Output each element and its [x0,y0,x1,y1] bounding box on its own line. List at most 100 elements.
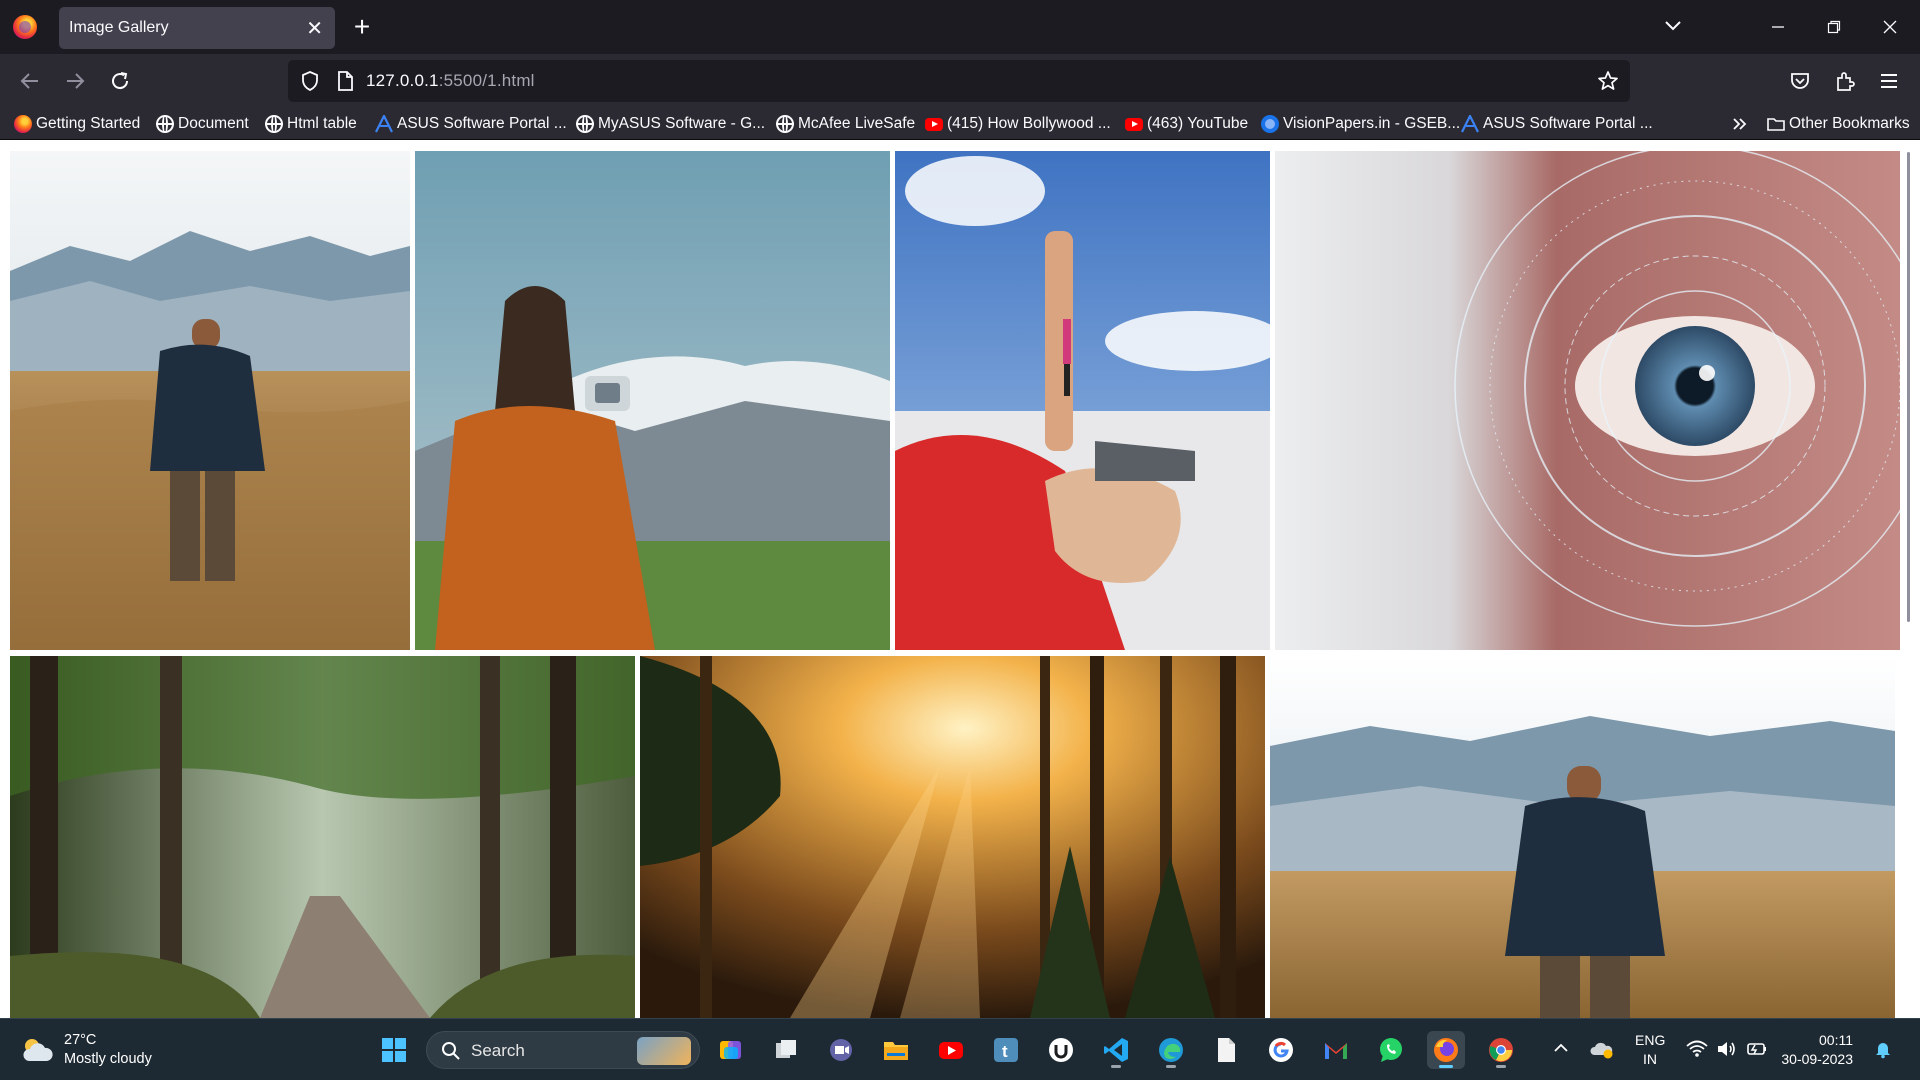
tab-image-gallery[interactable]: Image Gallery ✕ [59,7,335,49]
bookmarks-toolbar: Getting Started Document Html table ASUS… [0,108,1920,140]
bookmark-visionpapers[interactable]: VisionPapers.in - GSEB... [1261,113,1460,135]
globe-icon [156,115,174,133]
minimize-button[interactable] [1754,10,1802,44]
bookmark-youtube[interactable]: (463) YouTube [1125,113,1248,135]
visionpapers-icon [1261,115,1279,133]
running-indicator [1496,1065,1506,1068]
running-indicator [1111,1065,1121,1068]
bookmark-label: ASUS Software Portal ... [397,115,567,132]
extensions-icon[interactable] [1830,66,1860,96]
battery-charging-icon[interactable] [1745,1040,1767,1058]
youtube-icon [925,117,943,131]
app-menu-icon[interactable] [1874,66,1904,96]
tracking-protection-shield-icon[interactable] [298,69,322,93]
language-indicator-line1[interactable]: ENG [1635,1032,1665,1048]
bookmark-youtube-bollywood[interactable]: (415) How Bollywood ... [925,113,1111,135]
gallery-image-forest-road[interactable] [10,656,635,1018]
bookmark-label: VisionPapers.in - GSEB... [1283,115,1461,132]
firefox-menu-icon[interactable] [13,15,37,39]
weather-temperature: 27°C [64,1032,97,1048]
bookmark-label: McAfee LiveSafe [798,115,916,132]
wifi-icon[interactable] [1686,1039,1708,1059]
bookmark-label: MyASUS Software - G... [598,115,766,132]
list-all-tabs-icon[interactable] [1661,14,1685,38]
whatsapp-icon[interactable] [1372,1031,1410,1069]
bookmark-star-icon[interactable] [1596,69,1620,93]
clock-date[interactable]: 30-09-2023 [1773,1051,1853,1067]
new-tab-button[interactable]: + [349,9,375,45]
globe-icon [776,115,794,133]
bookmark-asus-portal-2[interactable]: ASUS Software Portal ... [1461,113,1653,135]
tab-title: Image Gallery [69,19,169,36]
chrome-icon[interactable] [1482,1031,1520,1069]
bookmark-mcafee[interactable]: McAfee LiveSafe [776,113,915,135]
address-bar[interactable]: 127.0.0.1:5500/1.html [288,60,1630,102]
edge-icon[interactable] [1152,1031,1190,1069]
youtube-icon [1125,117,1143,131]
asus-icon [375,115,393,133]
other-bookmarks[interactable]: Other Bookmarks [1767,113,1910,135]
task-view-icon[interactable] [767,1031,805,1069]
forward-button[interactable] [60,66,90,96]
bookmark-label: Getting Started [36,115,141,132]
google-icon[interactable] [1262,1031,1300,1069]
pocket-icon[interactable] [1785,66,1815,96]
taskbar-search-box[interactable]: Search [426,1031,700,1069]
show-hidden-icons-chevron-icon[interactable] [1552,1041,1570,1055]
gallery-image-man-in-field[interactable] [10,151,410,650]
folder-icon [1767,115,1785,133]
gallery-image-woman-with-camera[interactable] [415,151,890,650]
url-text[interactable]: 127.0.0.1:5500/1.html [366,71,535,91]
bookmark-asus-portal-1[interactable]: ASUS Software Portal ... [375,113,567,135]
udemy-icon[interactable] [1042,1031,1080,1069]
file-explorer-icon[interactable] [877,1031,915,1069]
language-indicator-line2[interactable]: IN [1635,1051,1665,1067]
close-tab-icon[interactable]: ✕ [306,16,323,41]
vscode-icon[interactable] [1097,1031,1135,1069]
notepad-icon[interactable] [1207,1031,1245,1069]
back-button[interactable] [15,66,45,96]
restore-button[interactable] [1810,10,1858,44]
firefox-taskbar-icon[interactable] [1427,1031,1465,1069]
search-highlight-icon [637,1037,691,1065]
bookmark-label: Document [178,115,249,132]
running-indicator [1439,1065,1453,1068]
windows-taskbar: 27°C Mostly cloudy Search t ENG IN 00:11… [0,1018,1920,1080]
page-info-icon[interactable] [334,70,356,92]
globe-icon [576,115,594,133]
bookmark-getting-started[interactable]: Getting Started [14,113,140,135]
running-indicator [1166,1065,1176,1068]
cloudy-weather-icon[interactable] [20,1035,54,1063]
reload-button[interactable] [105,66,135,96]
start-button[interactable] [375,1031,413,1069]
gallery-image-digital-eye[interactable] [1275,151,1900,650]
gallery-image-man-in-field-2[interactable] [1270,656,1895,1018]
page-scrollbar[interactable] [1907,152,1910,622]
other-bookmarks-label: Other Bookmarks [1789,115,1910,132]
firefox-icon [14,115,32,133]
teams-chat-icon[interactable] [822,1031,860,1069]
close-window-button[interactable] [1866,10,1914,44]
volume-icon[interactable] [1716,1039,1738,1059]
more-bookmarks-chevron-icon[interactable] [1731,113,1749,135]
title-bar: Image Gallery ✕ + [0,0,1920,54]
bookmark-html-table[interactable]: Html table [265,113,357,135]
gallery-image-forced-perspective[interactable] [895,151,1270,650]
url-path: :5500/1.html [438,71,535,90]
gallery-image-sunlit-forest[interactable] [640,656,1265,1018]
bookmark-document[interactable]: Document [156,113,249,135]
copilot-icon[interactable] [712,1031,750,1069]
globe-icon [265,115,283,133]
clock-time[interactable]: 00:11 [1783,1032,1853,1048]
search-label: Search [471,1041,525,1060]
bookmark-label: (415) How Bollywood ... [947,115,1111,132]
tumblr-icon[interactable]: t [987,1031,1025,1069]
onedrive-icon[interactable] [1590,1039,1614,1059]
svg-text:t: t [1002,1042,1008,1061]
weather-description: Mostly cloudy [64,1051,152,1067]
youtube-app-icon[interactable] [932,1031,970,1069]
notification-bell-icon[interactable] [1873,1039,1893,1059]
bookmark-label: Html table [287,115,357,132]
gmail-icon[interactable] [1317,1031,1355,1069]
bookmark-myasus[interactable]: MyASUS Software - G... [576,113,765,135]
